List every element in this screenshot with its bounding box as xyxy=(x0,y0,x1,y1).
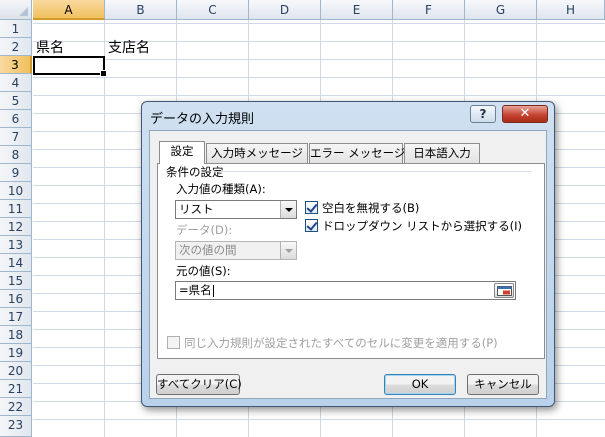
validation-criteria-group-label: 条件の設定 xyxy=(166,165,224,179)
column-header-b[interactable]: B xyxy=(105,0,177,20)
ignore-blank-label[interactable]: 空白を無視する(B) xyxy=(322,200,419,216)
column-header-c[interactable]: C xyxy=(177,0,249,20)
column-header-f[interactable]: F xyxy=(393,0,465,20)
column-header-a[interactable]: A xyxy=(33,0,105,20)
row-header-9[interactable]: 9 xyxy=(0,164,32,182)
row-header-17[interactable]: 17 xyxy=(0,308,32,326)
column-header-h[interactable]: H xyxy=(537,0,605,20)
row-header-3[interactable]: 3 xyxy=(0,56,32,74)
allow-dropdown[interactable]: リスト xyxy=(175,200,297,219)
cell-b2[interactable]: 支店名 xyxy=(108,39,150,57)
row-header-7[interactable]: 7 xyxy=(0,128,32,146)
source-input[interactable]: =県名 xyxy=(175,281,516,300)
row-header-18[interactable]: 18 xyxy=(0,326,32,344)
chevron-down-icon[interactable] xyxy=(280,201,296,218)
row-header-4[interactable]: 4 xyxy=(0,74,32,92)
row-header-20[interactable]: 20 xyxy=(0,362,32,380)
row-header-14[interactable]: 14 xyxy=(0,254,32,272)
column-header-e[interactable]: E xyxy=(321,0,393,20)
dialog-titlebar[interactable]: データの入力規則 ? ✕ xyxy=(142,102,554,130)
row-header-10[interactable]: 10 xyxy=(0,182,32,200)
row-header-23[interactable]: 23 xyxy=(0,416,32,437)
tab-ime-mode[interactable]: 日本語入力 xyxy=(404,143,480,163)
apply-all-checkbox[interactable] xyxy=(167,336,180,349)
allow-dropdown-value: リスト xyxy=(179,202,214,216)
chevron-down-icon[interactable] xyxy=(280,242,296,259)
row-header-5[interactable]: 5 xyxy=(0,92,32,110)
close-button[interactable]: ✕ xyxy=(502,105,548,123)
settings-tab-panel: 条件の設定 入力値の種類(A): リスト データ(D): 次の値の間 空白を無視… xyxy=(157,163,545,359)
help-button[interactable]: ? xyxy=(470,105,496,123)
clear-all-button[interactable]: すべてクリア(C) xyxy=(156,374,242,395)
cell-a2[interactable]: 県名 xyxy=(36,39,64,57)
data-label: データ(D): xyxy=(176,223,233,237)
row-header-13[interactable]: 13 xyxy=(0,236,32,254)
column-header-g[interactable]: G xyxy=(465,0,537,20)
row-header-21[interactable]: 21 xyxy=(0,380,32,398)
tab-error-alert[interactable]: エラー メッセージ xyxy=(309,143,405,163)
close-icon: ✕ xyxy=(519,106,531,121)
source-input-value: =県名 xyxy=(179,283,212,297)
tab-input-message[interactable]: 入力時メッセージ xyxy=(206,143,308,163)
row-header-22[interactable]: 22 xyxy=(0,398,32,416)
active-cell-a3[interactable] xyxy=(33,56,107,77)
help-icon: ? xyxy=(479,107,487,121)
in-cell-dropdown-label[interactable]: ドロップダウン リストから選択する(I) xyxy=(322,218,522,234)
dialog-client-area: 設定 入力時メッセージ エラー メッセージ 日本語入力 条件の設定 入力値の種類… xyxy=(149,130,547,399)
source-label: 元の値(S): xyxy=(176,264,231,278)
range-select-button[interactable] xyxy=(494,283,514,298)
allow-label: 入力値の種類(A): xyxy=(176,182,266,196)
row-header-6[interactable]: 6 xyxy=(0,110,32,128)
row-header-15[interactable]: 15 xyxy=(0,272,32,290)
row-header-2[interactable]: 2 xyxy=(0,38,32,56)
data-dropdown-value: 次の値の間 xyxy=(179,243,237,257)
ignore-blank-checkbox[interactable] xyxy=(305,201,318,214)
dialog-title: データの入力規則 xyxy=(150,112,255,127)
row-header-1[interactable]: 1 xyxy=(0,20,32,38)
text-caret xyxy=(212,284,214,297)
row-header-16[interactable]: 16 xyxy=(0,290,32,308)
column-header-d[interactable]: D xyxy=(249,0,321,20)
tab-settings[interactable]: 設定 xyxy=(159,141,205,164)
row-header-12[interactable]: 12 xyxy=(0,218,32,236)
apply-all-label[interactable]: 同じ入力規則が設定されたすべてのセルに変更を適用する(P) xyxy=(184,335,498,351)
row-header-11[interactable]: 11 xyxy=(0,200,32,218)
row-header-8[interactable]: 8 xyxy=(0,146,32,164)
group-separator xyxy=(214,171,532,172)
in-cell-dropdown-checkbox[interactable] xyxy=(305,219,318,232)
row-header-19[interactable]: 19 xyxy=(0,344,32,362)
data-dropdown[interactable]: 次の値の間 xyxy=(175,241,297,260)
select-all-corner[interactable] xyxy=(0,0,32,20)
range-select-icon xyxy=(497,286,512,296)
cancel-button[interactable]: キャンセル xyxy=(467,374,539,395)
ok-button[interactable]: OK xyxy=(384,374,456,395)
data-validation-dialog: データの入力規則 ? ✕ 設定 入力時メッセージ エラー メッセージ 日本語入力… xyxy=(141,101,555,407)
